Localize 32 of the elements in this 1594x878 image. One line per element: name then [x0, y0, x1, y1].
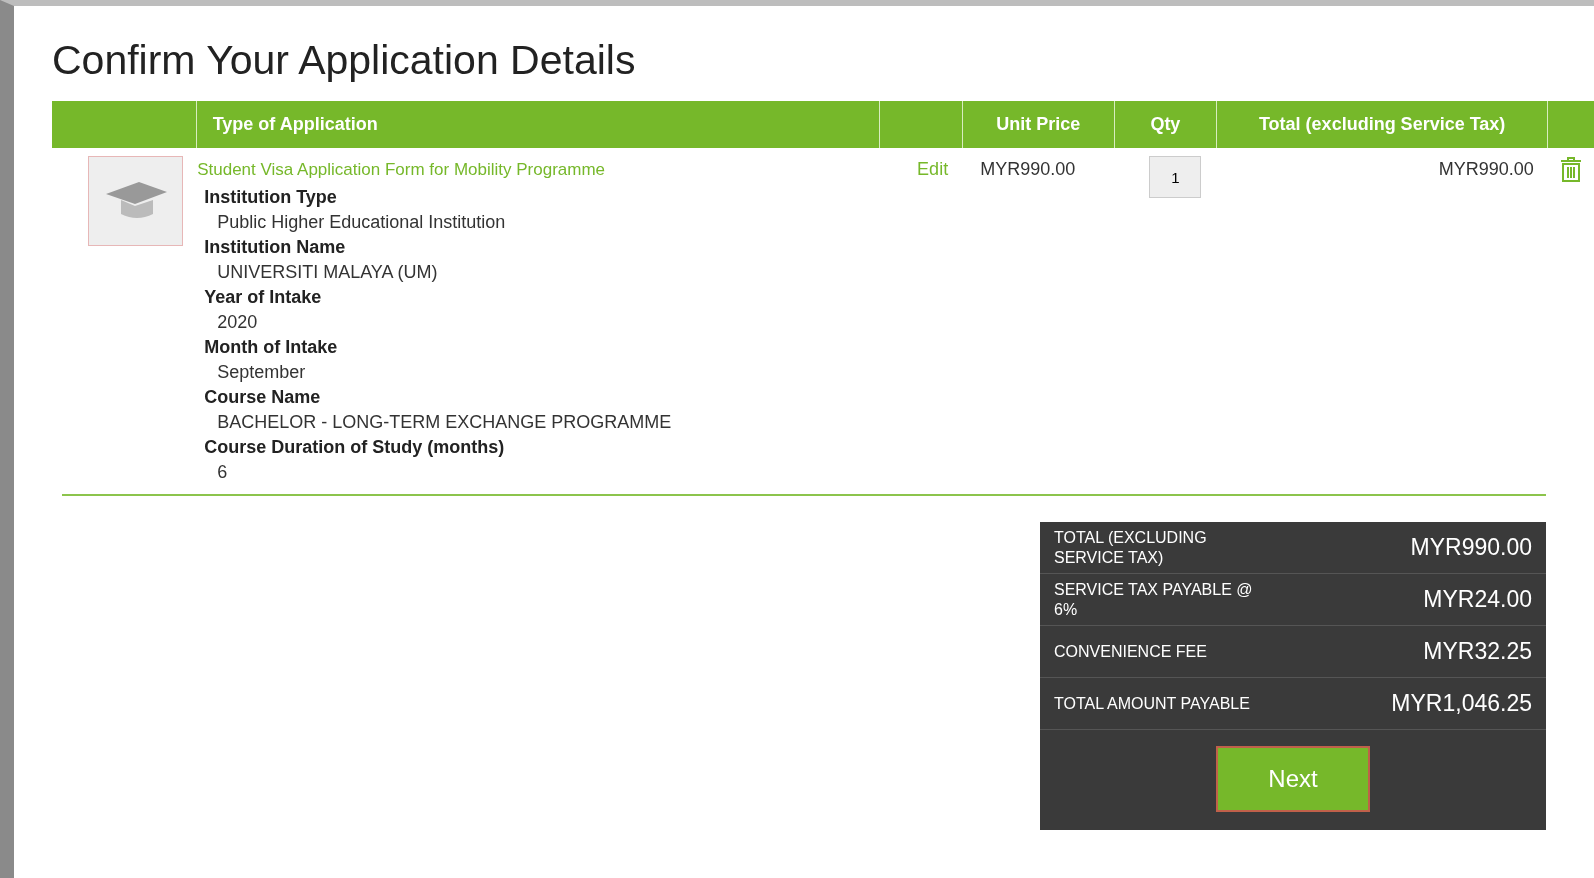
line-total: MYR990.00 [1438, 159, 1534, 180]
detail-label: Course Name [204, 387, 322, 409]
summary-label: CONVENIENCE FEE [1054, 641, 1208, 662]
detail-label: Institution Type [204, 187, 338, 209]
detail-label: Course Duration of Study (months) [204, 437, 506, 459]
column-header: Unit Price [996, 114, 1081, 135]
edit-link[interactable]: Edit [917, 159, 949, 180]
summary-amount: MYR1,046.25 [1391, 689, 1532, 719]
application-title-link[interactable]: Student Visa Application Form for Mobility Programme [197, 160, 606, 180]
trash-icon[interactable] [1559, 157, 1582, 184]
summary-label: SERVICE TAX PAYABLE @ 6% [1054, 579, 1254, 620]
next-button[interactable]: Next [1216, 746, 1370, 813]
detail-value: BACHELOR - LONG-TERM EXCHANGE PROGRAMME [216, 412, 673, 434]
column-header: Total (excluding Service Tax) [1258, 114, 1506, 135]
detail-label: Month of Intake [204, 337, 339, 359]
page-title: Confirm Your Application Details [52, 36, 637, 85]
detail-value: 6 [216, 462, 229, 484]
summary-amount: MYR24.00 [1423, 585, 1532, 615]
summary-amount: MYR32.25 [1423, 637, 1532, 667]
summary-amount: MYR990.00 [1410, 533, 1532, 563]
detail-label: Institution Name [204, 237, 347, 259]
detail-value: September [216, 362, 307, 384]
column-header: Type of Application [212, 114, 378, 135]
quantity-field[interactable]: 1 [1149, 156, 1202, 199]
column-header: Qty [1150, 114, 1181, 135]
unit-price: MYR990.00 [980, 159, 1076, 180]
detail-value: 2020 [216, 312, 259, 334]
detail-label: Year of Intake [204, 287, 323, 309]
detail-value: UNIVERSITI MALAYA (UM) [216, 262, 439, 284]
summary-label: TOTAL AMOUNT PAYABLE [1054, 693, 1251, 714]
detail-value: Public Higher Educational Institution [216, 212, 507, 234]
summary-label: TOTAL (EXCLUDING SERVICE TAX) [1054, 527, 1208, 568]
